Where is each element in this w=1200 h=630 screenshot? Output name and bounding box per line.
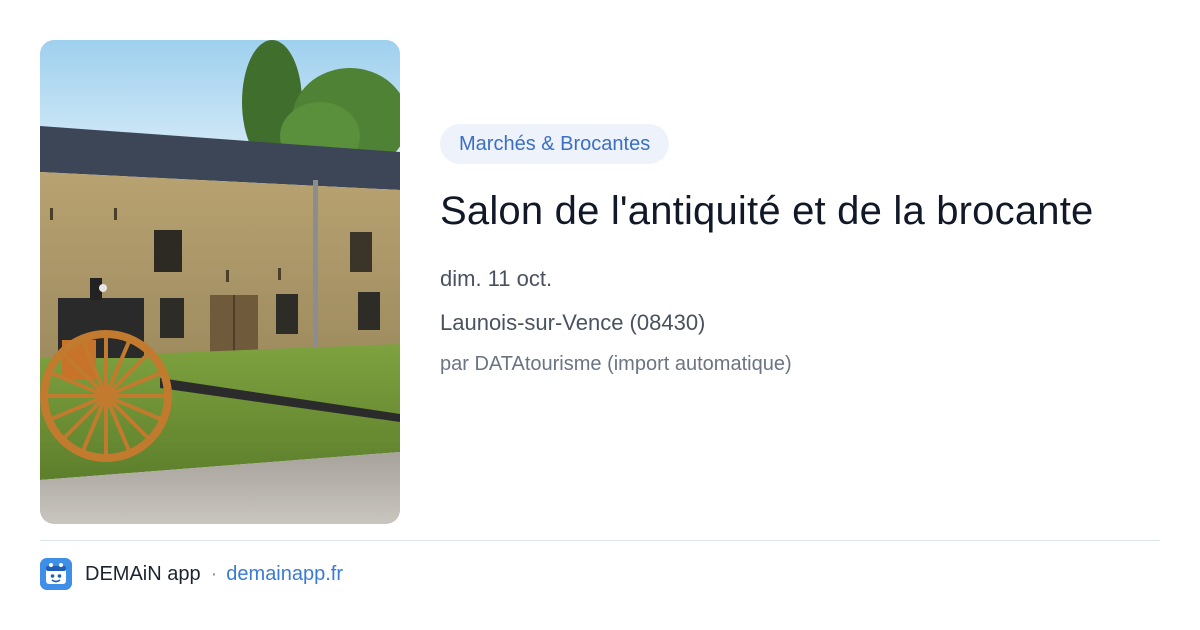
event-title: Salon de l'antiquité et de la brocante bbox=[440, 189, 1094, 233]
event-info: Marchés & Brocantes Salon de l'antiquité… bbox=[440, 124, 1140, 378]
event-photo bbox=[40, 40, 400, 524]
event-source: par DATAtourisme (import automatique) bbox=[440, 353, 792, 375]
footer: DEMAiN app · demainapp.fr bbox=[40, 558, 343, 590]
footer-separator: · bbox=[210, 562, 218, 585]
footer-divider bbox=[40, 540, 1160, 541]
demain-app-icon bbox=[40, 558, 72, 590]
event-date: dim. 11 oct. bbox=[440, 266, 553, 291]
event-share-card: Marchés & Brocantes Salon de l'antiquité… bbox=[0, 0, 1200, 630]
event-location: Launois-sur-Vence (08430) bbox=[440, 310, 706, 335]
app-name: DEMAiN app bbox=[85, 562, 201, 585]
category-chip[interactable]: Marchés & Brocantes bbox=[440, 124, 670, 164]
app-url-link[interactable]: demainapp.fr bbox=[226, 563, 343, 586]
